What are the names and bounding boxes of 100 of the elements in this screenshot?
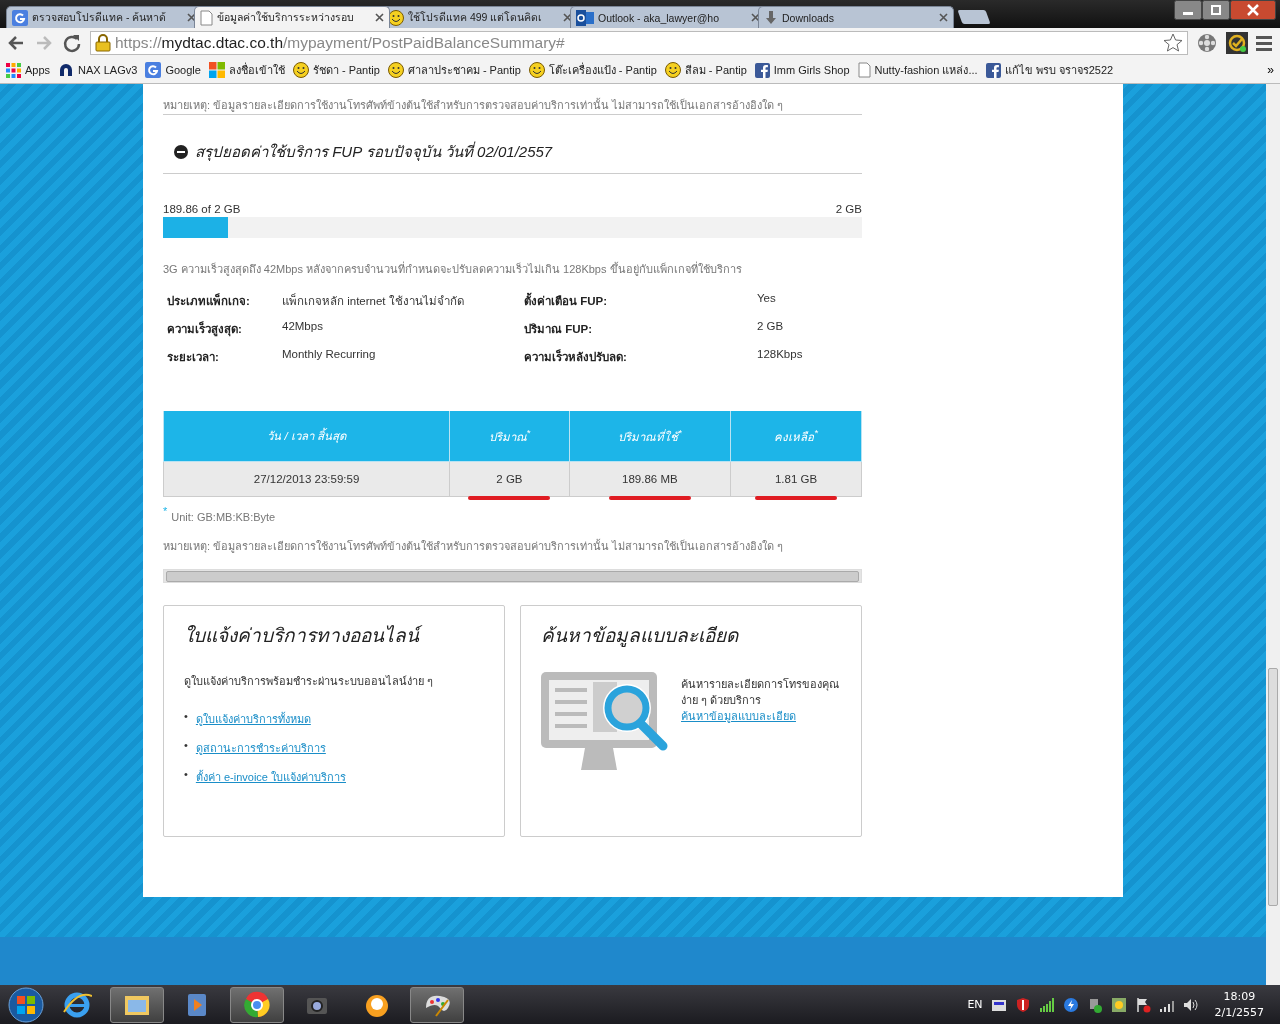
- close-icon[interactable]: [1230, 0, 1276, 20]
- smiley-icon: [292, 62, 309, 78]
- detail-value: Monthly Recurring: [282, 348, 377, 362]
- page-icon: [857, 62, 871, 78]
- shield-icon[interactable]: [1014, 996, 1031, 1013]
- checkmark-extension-icon[interactable]: [1226, 31, 1248, 54]
- close-icon[interactable]: [939, 13, 948, 22]
- minimize-icon[interactable]: [1174, 0, 1202, 20]
- usage-max-label: 2 GB: [835, 203, 862, 215]
- column-header: วัน / เวลา สิ้นสุด: [163, 411, 450, 462]
- column-header: ปริมาณ$^{*}$: [449, 411, 570, 462]
- language-indicator[interactable]: EN: [967, 998, 983, 1011]
- flag-icon[interactable]: [1134, 996, 1151, 1013]
- column-header: คงเหลือ$^{*}$: [730, 411, 862, 462]
- more-bookmarks-button[interactable]: »: [1267, 63, 1274, 77]
- detail-value: Yes: [757, 292, 777, 306]
- bullet: •: [184, 768, 188, 782]
- bookmark[interactable]: Google: [145, 62, 201, 78]
- speed-description: 3G ความเร็วสูงสุดถึง 42Mbps หลังจากครบจำนวนที่กำหนดจะปรับลดความเร็วไม่เกิน 128Kbps ขึ้นอยู่กับแพ็กเกจที่ใช้บริการ: [163, 260, 743, 278]
- download-icon: [764, 9, 778, 26]
- card-title: ค้นหาข้อมูลแบบละเอียด: [541, 624, 740, 649]
- unit-note: Unit: GB:MB:KB:Byte: [171, 511, 276, 523]
- badge-icon[interactable]: [1110, 996, 1127, 1013]
- disclaimer-note: หมายเหตุ: ข้อมูลรายละเอียดการใช้งานโทรศัพท์ข้างต้นใช้สำหรับการตรวจสอบค่าบริการเท่านั้น ไม่สามารถใช้เป็นเอกสารอ้างอิงใด ๆ: [163, 97, 785, 114]
- star-icon[interactable]: [1163, 32, 1183, 53]
- card-link[interactable]: ดูใบแจ้งค่าบริการทั้งหมด: [195, 710, 311, 728]
- card-text: ดูใบแจ้งค่าบริการพร้อมชำระผ่านระบบออนไลน์ง่าย ๆ: [184, 674, 435, 690]
- detail-label: ตั้งค่าเตือน FUP:: [524, 292, 757, 310]
- close-icon[interactable]: [187, 13, 196, 22]
- film-reel-icon[interactable]: [1196, 31, 1218, 54]
- card-link[interactable]: ค้นหาข้อมูลแบบละเอียด: [681, 708, 796, 724]
- detail-label: ความเร็วสูงสุด:: [167, 320, 243, 338]
- restore-icon[interactable]: [1202, 0, 1230, 20]
- bookmark[interactable]: Nutty-fashion แหล่ง...: [857, 61, 978, 79]
- bookmark[interactable]: ศาลาประชาคม - Pantip: [387, 61, 521, 79]
- f-tile-icon: [754, 62, 770, 78]
- bookmark[interactable]: ลงชื่อเข้าใช้: [208, 61, 285, 79]
- arch-icon: [58, 62, 75, 78]
- bookmark[interactable]: แก้ไข พรบ จราจร2522: [985, 61, 1114, 79]
- close-icon[interactable]: [375, 13, 384, 22]
- folder-taskbar-button[interactable]: [110, 986, 164, 1023]
- reload-icon[interactable]: [62, 32, 82, 53]
- card-text: ค้นหารายละเอียดการโทรของคุณง่าย ๆ ด้วยบริการ: [681, 677, 840, 708]
- clock-time[interactable]: 18:09: [1223, 988, 1256, 1005]
- detail-value: 2 GB: [757, 320, 785, 334]
- detail-value: แพ็กเกจหลัก internet ใช้งานไม่จำกัด: [282, 292, 465, 309]
- footnote-mark: *: [163, 505, 168, 517]
- detail-value: 42Mbps: [282, 320, 324, 334]
- apps-grid-icon: [6, 62, 21, 78]
- close-icon[interactable]: [751, 13, 760, 22]
- table-cell: 2 GB: [449, 461, 570, 497]
- chrome-browser-icon[interactable]: [242, 989, 272, 1020]
- detail-label: ระยะเวลา:: [167, 350, 220, 365]
- disclaimer-note: หมายเหตุ: ข้อมูลรายละเอียดการใช้งานโทรศัพท์ข้างต้นใช้สำหรับการตรวจสอบค่าบริการเท่านั้น ไม่สามารถใช้เป็นเอกสารอ้างอิงใด ๆ: [163, 538, 785, 555]
- chrome-browser-taskbar-button[interactable]: [230, 986, 284, 1023]
- vertical-scrollbar[interactable]: [1266, 84, 1280, 985]
- table-cell: 189.86 MB: [569, 461, 731, 497]
- address-bar[interactable]: https://mydtac.dtac.co.th/mypayment/PostPaidBalanceSummary#: [90, 30, 1188, 55]
- bolt-icon[interactable]: [1062, 996, 1079, 1013]
- bookmark[interactable]: Apps: [6, 62, 51, 78]
- page-icon: [200, 9, 213, 26]
- start-button[interactable]: [8, 986, 44, 1023]
- card-link[interactable]: ตั้งค่า e-invoice ใบแจ้งค่าบริการ: [195, 768, 346, 786]
- table-cell: 1.81 GB: [730, 461, 862, 497]
- bookmark[interactable]: โต๊ะเครื่องแป้ง - Pantip: [528, 61, 657, 79]
- table-cell: 27/12/2013 23:59:59: [163, 461, 450, 497]
- column-header: ปริมาณที่ใช้$^{*}$: [569, 411, 731, 462]
- smiley-icon: [387, 62, 404, 78]
- card-title: ใบแจ้งค่าบริการทางออนไลน์: [184, 620, 484, 650]
- close-icon[interactable]: [563, 13, 572, 22]
- squares-icon: [208, 62, 225, 78]
- new-tab-button[interactable]: [957, 10, 991, 24]
- lock-warning-icon: [95, 33, 111, 52]
- browser-tab[interactable]: Downloads: [758, 6, 954, 28]
- horizontal-scrollbar[interactable]: [163, 569, 862, 583]
- bookmark[interactable]: รัชดา - Pantip: [292, 61, 380, 79]
- smiley-icon: [528, 62, 545, 78]
- bullet: •: [184, 710, 188, 724]
- signal-icon[interactable]: [1038, 996, 1055, 1013]
- clock-date[interactable]: 2/1/2557: [1214, 1004, 1264, 1021]
- letter-tile-icon: [145, 62, 162, 78]
- collapse-icon[interactable]: [174, 145, 188, 159]
- detail-value: 128Kbps: [757, 348, 804, 362]
- menu-icon[interactable]: [1256, 33, 1274, 52]
- usage-label: 189.86 of 2 GB: [163, 203, 241, 215]
- detail-label: ความเร็วหลังปรับลด:: [524, 348, 628, 365]
- f-tile-icon: [985, 62, 1001, 78]
- detail-label: ปริมาณ FUP:: [524, 322, 594, 337]
- mail-icon: [576, 9, 594, 26]
- bookmark[interactable]: สีลม - Pantip: [664, 61, 747, 79]
- section-title: สรุปยอดค่าใช้บริการ FUP รอบปัจจุบัน วันที่ 02/01/2557: [195, 140, 553, 163]
- smiley-icon: [388, 9, 404, 26]
- card-link[interactable]: ดูสถานะการชำระค่าบริการ: [195, 739, 326, 757]
- bookmark[interactable]: Imm Girls Shop: [754, 62, 850, 78]
- letter-tile-icon: [12, 9, 28, 26]
- paint-palette-taskbar-button[interactable]: [410, 986, 464, 1023]
- bookmark[interactable]: NAX LAGv3: [58, 62, 138, 78]
- detail-label: ประเภทแพ็กเกจ:: [167, 292, 251, 309]
- browser-tab[interactable]: ข้อมูลค่าใช้บริการระหว่างรอบ: [194, 6, 390, 28]
- bullet: •: [184, 739, 188, 753]
